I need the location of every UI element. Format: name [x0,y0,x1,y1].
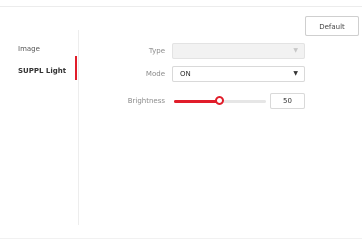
sidebar-item-suppl-light[interactable]: SUPPL Light [18,67,66,75]
brightness-slider[interactable] [174,96,266,105]
mode-label: Mode [145,70,165,78]
brightness-slider-fill [174,100,220,103]
bottom-divider [0,238,362,239]
default-button[interactable]: Default [305,16,359,36]
brightness-label: Brightness [127,97,165,105]
brightness-slider-thumb[interactable] [215,96,224,105]
chevron-down-icon: ▼ [293,47,298,54]
sidebar-divider [78,30,79,225]
type-select[interactable]: ▼ [172,43,305,59]
top-divider [0,6,362,7]
mode-select[interactable]: ON ▼ [172,66,305,82]
sidebar-active-indicator [75,56,77,80]
type-label: Type [148,47,165,55]
chevron-down-icon: ▼ [293,70,298,77]
brightness-value-input[interactable]: 50 [270,93,305,109]
mode-select-value: ON [180,70,191,78]
sidebar-item-image[interactable]: Image [18,45,40,53]
light-settings-panel: Default Image SUPPL Light Type ▼ Mode ON… [0,0,362,242]
